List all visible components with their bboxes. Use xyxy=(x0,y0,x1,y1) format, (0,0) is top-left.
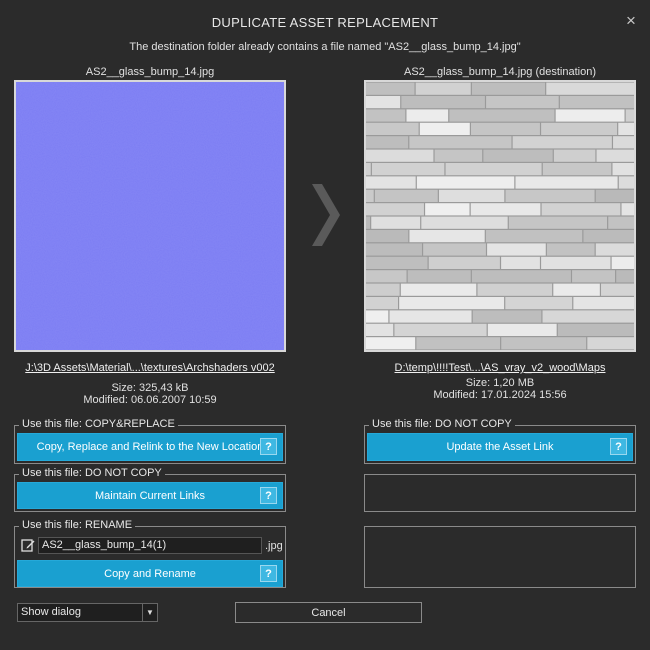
cancel-label: Cancel xyxy=(311,606,346,619)
file-extension: .jpg xyxy=(265,540,283,552)
rename-help-button[interactable]: ? xyxy=(260,565,277,582)
edit-icon xyxy=(21,539,35,552)
copy-replace-relink-label: Copy, Replace and Relink to the New Loca… xyxy=(36,441,264,453)
rename-legend: Use this file: RENAME xyxy=(19,519,136,531)
dialog-mode-dropdown[interactable]: Show dialog ▼ xyxy=(17,603,158,622)
destination-path-link[interactable]: D:\temp\!!!!Test\...\AS_vray_v2_wood\Map… xyxy=(364,362,636,374)
maintain-links-legend: Use this file: DO NOT COPY xyxy=(19,467,165,479)
update-link-group: Use this file: DO NOT COPY Update the As… xyxy=(364,418,636,464)
chevron-right-icon xyxy=(312,184,340,246)
destination-preview-image xyxy=(364,80,636,352)
empty-panel-1 xyxy=(364,474,636,512)
maintain-links-group: Use this file: DO NOT COPY Maintain Curr… xyxy=(14,467,286,512)
update-asset-link-button[interactable]: Update the Asset Link xyxy=(367,433,633,461)
copy-replace-relink-button[interactable]: Copy, Replace and Relink to the New Loca… xyxy=(17,433,283,461)
conflict-message: The destination folder already contains … xyxy=(129,41,521,53)
dropdown-arrow-icon[interactable]: ▼ xyxy=(142,604,157,621)
copy-and-rename-button[interactable]: Copy and Rename xyxy=(17,560,283,587)
rename-input[interactable]: AS2__glass_bump_14(1) xyxy=(38,537,262,554)
copy-replace-group: Use this file: COPY&REPLACE Copy, Replac… xyxy=(14,418,286,464)
dialog-mode-value: Show dialog xyxy=(21,606,81,618)
maintain-current-links-label: Maintain Current Links xyxy=(94,489,206,502)
rename-group: Use this file: RENAME AS2__glass_bump_14… xyxy=(14,519,286,588)
update-link-help-button[interactable]: ? xyxy=(610,438,627,455)
source-path-link[interactable]: J:\3D Assets\Material\...\textures\Archs… xyxy=(14,362,286,374)
copy-replace-help-button[interactable]: ? xyxy=(260,438,277,455)
update-link-legend: Use this file: DO NOT COPY xyxy=(369,418,515,430)
source-file-title: AS2__glass_bump_14.jpg xyxy=(85,66,215,78)
maintain-current-links-button[interactable]: Maintain Current Links xyxy=(17,482,283,509)
copy-and-rename-label: Copy and Rename xyxy=(104,567,196,580)
destination-file-title: AS2__glass_bump_14.jpg (destination) xyxy=(403,66,597,78)
source-preview-image xyxy=(14,80,286,352)
maintain-links-help-button[interactable]: ? xyxy=(260,487,277,504)
destination-size: Size: 1,20 MB xyxy=(465,377,535,389)
destination-modified: Modified: 17.01.2024 15:56 xyxy=(433,389,567,401)
dialog-title: DUPLICATE ASSET REPLACEMENT xyxy=(211,15,439,30)
close-icon[interactable]: × xyxy=(623,12,639,29)
source-modified: Modified: 06.06.2007 10:59 xyxy=(83,394,217,406)
copy-replace-legend: Use this file: COPY&REPLACE xyxy=(19,418,178,430)
empty-panel-2 xyxy=(364,526,636,588)
cancel-button[interactable]: Cancel xyxy=(235,602,422,623)
update-asset-link-label: Update the Asset Link xyxy=(446,441,554,453)
source-size: Size: 325,43 kB xyxy=(111,382,189,394)
